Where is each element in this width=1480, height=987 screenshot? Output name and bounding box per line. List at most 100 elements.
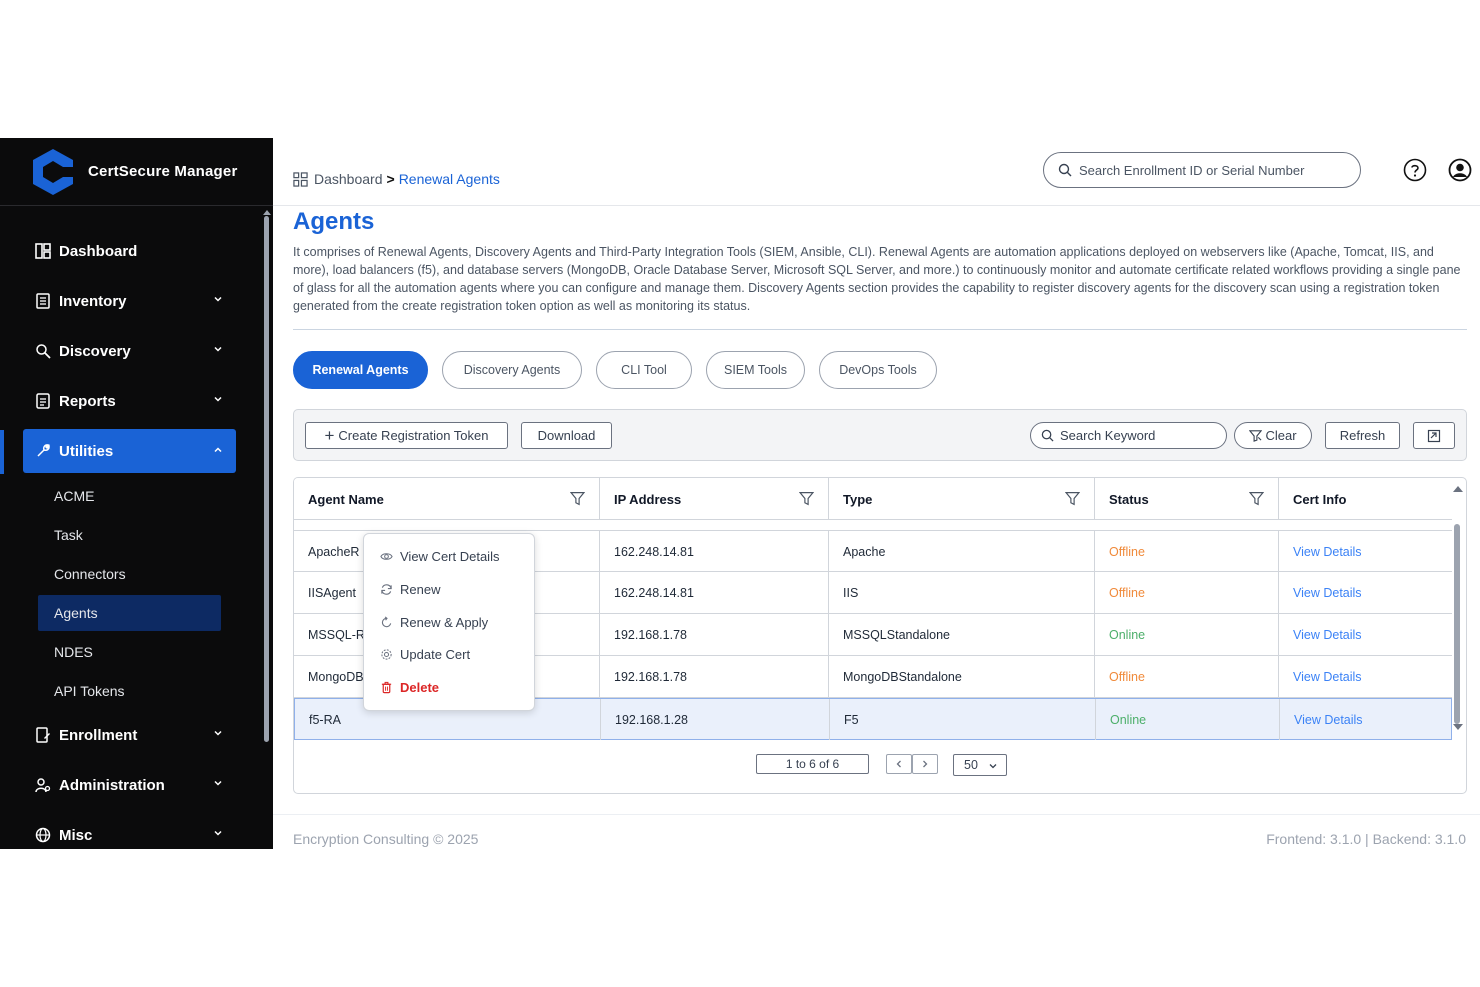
menu-item-label: Renew bbox=[400, 581, 441, 597]
global-search-input[interactable] bbox=[1079, 162, 1349, 178]
cell-ip: 162.248.14.81 bbox=[600, 572, 829, 613]
view-details-link[interactable]: View Details bbox=[1280, 699, 1453, 740]
col-type[interactable]: Type bbox=[829, 478, 1095, 520]
sub-item-connectors[interactable]: Connectors bbox=[0, 554, 262, 593]
tab-discovery-agents[interactable]: Discovery Agents bbox=[442, 351, 582, 389]
filter-icon[interactable] bbox=[1065, 491, 1080, 506]
col-ip-address[interactable]: IP Address bbox=[600, 478, 829, 520]
sidebar-scrollbar[interactable] bbox=[264, 216, 269, 742]
sub-item-api-tokens[interactable]: API Tokens bbox=[0, 671, 262, 710]
brand-logo-icon bbox=[33, 148, 73, 195]
tab-cli-tool[interactable]: CLI Tool bbox=[596, 351, 692, 389]
sidebar-item-label: Discovery bbox=[59, 342, 131, 360]
tab-renewal-agents[interactable]: Renewal Agents bbox=[293, 351, 428, 389]
chevron-up-icon bbox=[214, 447, 222, 453]
menu-item-renew-apply[interactable]: Renew & Apply bbox=[380, 612, 488, 632]
col-label: Status bbox=[1109, 491, 1149, 507]
cell-ip: 192.168.1.78 bbox=[600, 656, 829, 697]
sidebar-item-utilities[interactable]: Utilities bbox=[23, 429, 236, 473]
export-button[interactable] bbox=[1413, 422, 1455, 449]
user-avatar-icon[interactable] bbox=[1448, 158, 1472, 182]
cell-type: MongoDBStandalone bbox=[829, 656, 1095, 697]
export-icon bbox=[1427, 429, 1441, 442]
chevron-down-icon bbox=[214, 730, 222, 736]
search-icon bbox=[1058, 163, 1072, 177]
cell-status: Online bbox=[1095, 614, 1279, 655]
brand[interactable]: CertSecure Manager bbox=[0, 138, 273, 206]
refresh-icon bbox=[381, 583, 392, 595]
sidebar-item-label: Dashboard bbox=[59, 242, 138, 260]
sidebar-item-discovery[interactable]: Discovery bbox=[0, 326, 262, 376]
menu-item-renew[interactable]: Renew bbox=[380, 579, 440, 599]
globe-icon bbox=[34, 826, 52, 844]
grid-scroll-down[interactable] bbox=[1453, 724, 1463, 730]
breadcrumb-root[interactable]: Dashboard bbox=[314, 171, 383, 187]
dashboard-icon bbox=[34, 242, 52, 260]
cell-type: MSSQLStandalone bbox=[829, 614, 1095, 655]
filter-icon[interactable] bbox=[1249, 491, 1264, 506]
view-details-link[interactable]: View Details bbox=[1279, 614, 1452, 655]
grid-scroll-up[interactable] bbox=[1453, 486, 1463, 492]
app-window: CertSecure Manager Dashboard Inventory D… bbox=[0, 138, 1480, 849]
sidebar-item-misc[interactable]: Misc bbox=[0, 810, 262, 849]
filter-icon[interactable] bbox=[570, 491, 585, 506]
sidebar-item-label: Inventory bbox=[59, 292, 127, 310]
sidebar-item-label: Administration bbox=[59, 776, 165, 794]
view-details-link[interactable]: View Details bbox=[1279, 572, 1452, 613]
sidebar-item-inventory[interactable]: Inventory bbox=[0, 276, 262, 326]
cell-status: Online bbox=[1096, 699, 1280, 740]
create-registration-token-button[interactable]: + Create Registration Token bbox=[305, 422, 508, 449]
col-agent-name[interactable]: Agent Name bbox=[294, 478, 600, 520]
keyword-search[interactable] bbox=[1030, 422, 1227, 449]
sub-item-ndes[interactable]: NDES bbox=[0, 632, 262, 671]
cell-type: IIS bbox=[829, 572, 1095, 613]
menu-item-view-cert-details[interactable]: View Cert Details bbox=[380, 546, 499, 566]
refresh-button[interactable]: Refresh bbox=[1325, 422, 1400, 449]
view-details-link[interactable]: View Details bbox=[1279, 656, 1452, 697]
menu-item-label: Delete bbox=[400, 679, 440, 695]
tab-siem-tools[interactable]: SIEM Tools bbox=[706, 351, 805, 389]
menu-item-delete[interactable]: Delete bbox=[380, 677, 439, 697]
enrollment-icon bbox=[34, 726, 52, 744]
agent-tabs: Renewal Agents Discovery Agents CLI Tool… bbox=[293, 351, 951, 389]
view-details-link[interactable]: View Details bbox=[1279, 531, 1452, 572]
wrench-icon bbox=[34, 442, 52, 460]
sidebar-item-reports[interactable]: Reports bbox=[0, 376, 262, 426]
sub-item-task[interactable]: Task bbox=[0, 515, 262, 554]
col-label: Agent Name bbox=[308, 491, 384, 507]
clear-label: Clear bbox=[1265, 428, 1297, 443]
sidebar-item-label: Misc bbox=[59, 826, 93, 844]
clear-filter-button[interactable]: Clear bbox=[1234, 422, 1312, 449]
chevron-down-icon bbox=[214, 296, 222, 302]
sidebar-item-administration[interactable]: Administration bbox=[0, 760, 262, 810]
col-cert-info[interactable]: Cert Info bbox=[1279, 478, 1452, 520]
page-size-select[interactable]: 50 bbox=[953, 754, 1007, 776]
cell-type: F5 bbox=[830, 699, 1096, 740]
next-page-button[interactable] bbox=[912, 754, 938, 774]
chevron-down-icon bbox=[214, 830, 222, 836]
sidebar-scroll-up[interactable] bbox=[263, 210, 271, 215]
cell-status: Offline bbox=[1095, 572, 1279, 613]
sidebar-item-enrollment[interactable]: Enrollment bbox=[0, 710, 262, 760]
col-status[interactable]: Status bbox=[1095, 478, 1279, 520]
global-search[interactable] bbox=[1043, 152, 1361, 188]
menu-item-update-cert[interactable]: Update Cert bbox=[380, 644, 470, 664]
sidebar-item-dashboard[interactable]: Dashboard bbox=[0, 226, 262, 276]
chevron-down-icon bbox=[214, 396, 222, 402]
sidebar: CertSecure Manager Dashboard Inventory D… bbox=[0, 138, 273, 849]
grid-scrollbar[interactable] bbox=[1454, 524, 1460, 724]
breadcrumb: Dashboard > Renewal Agents bbox=[293, 171, 500, 187]
prev-page-button[interactable] bbox=[886, 754, 912, 774]
help-icon[interactable] bbox=[1403, 158, 1427, 182]
filter-icon[interactable] bbox=[799, 491, 814, 506]
sub-item-agents[interactable]: Agents bbox=[38, 595, 221, 631]
sub-item-acme[interactable]: ACME bbox=[0, 476, 262, 515]
sidebar-nav: Dashboard Inventory Discovery Reports Ut… bbox=[0, 226, 262, 849]
download-button[interactable]: Download bbox=[521, 422, 612, 449]
keyword-search-input[interactable] bbox=[1060, 428, 1220, 443]
tab-devops-tools[interactable]: DevOps Tools bbox=[819, 351, 937, 389]
footer-versions: Frontend: 3.1.0 | Backend: 3.1.0 bbox=[1266, 831, 1466, 847]
cell-status: Offline bbox=[1095, 656, 1279, 697]
grid-toolbar: + Create Registration Token Download Cle… bbox=[293, 409, 1467, 461]
reports-icon bbox=[34, 392, 52, 410]
